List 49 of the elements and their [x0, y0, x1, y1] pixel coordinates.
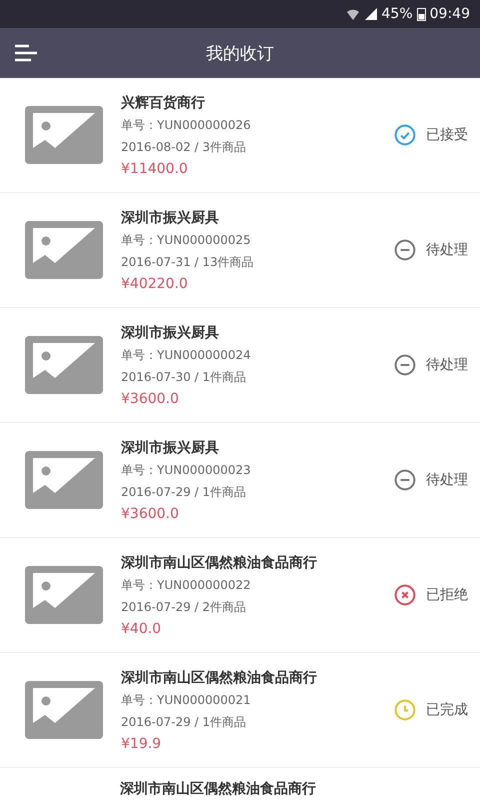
- image-placeholder-icon: [25, 451, 103, 509]
- order-price: ¥19.9: [121, 736, 162, 752]
- shop-name: 深圳市振兴厨具: [121, 324, 220, 342]
- order-number: 单号：YUN000000024: [121, 346, 252, 364]
- order-status: 已拒绝: [426, 586, 468, 604]
- order-number: 单号：YUN000000025: [121, 232, 252, 248]
- order-price: ¥40220.0: [121, 276, 189, 292]
- order-row[interactable]: 深圳市振兴厨具 单号：YUN000000023 2016-07-29 / 1件商品 ¥3600.0 待处理: [0, 423, 480, 538]
- order-number: 单号：YUN000000026: [121, 116, 252, 134]
- order-date-items: 2016-08-02 / 3件商品: [121, 138, 248, 156]
- order-price: ¥3600.0: [121, 390, 180, 406]
- order-status: 待处理: [426, 241, 468, 259]
- order-status: 待处理: [426, 471, 468, 489]
- shop-name: 深圳市南山区偶然粮油食品商行: [121, 668, 318, 686]
- order-row[interactable]: 兴辉百货商行 单号：YUN000000026 2016-08-02 / 3件商品 ¥11400.0 已接受: [0, 78, 480, 193]
- order-price: ¥11400.0: [121, 160, 189, 176]
- image-placeholder-icon: [25, 566, 103, 624]
- image-placeholder-icon: [25, 106, 103, 164]
- image-placeholder-icon: [25, 336, 103, 394]
- shop-name: 深圳市振兴厨具: [121, 438, 220, 456]
- order-date-items: 2016-07-29 / 2件商品: [121, 598, 248, 616]
- order-date-items: 2016-07-31 / 13件商品: [121, 254, 255, 270]
- page-title: 我的收订: [206, 42, 274, 64]
- shop-name: 深圳市南山区偶然粮油食品商行: [121, 554, 318, 572]
- wifi-icon: [346, 7, 360, 21]
- clock-time: 09:49: [430, 6, 470, 22]
- image-placeholder-icon: [25, 681, 103, 739]
- order-row[interactable]: 深圳市南山区偶然粮油食品商行 单号：YUN000000022 2016-07-29 / 2件商品 ¥40.0 已拒绝: [0, 538, 480, 653]
- order-number: 单号：YUN000000021: [121, 692, 252, 708]
- order-price: ¥40.0: [121, 620, 162, 636]
- order-status: 待处理: [426, 356, 468, 374]
- order-date-items: 2016-07-30 / 1件商品: [121, 368, 248, 386]
- order-row[interactable]: 深圳市南山区偶然粮油食品商行 单号：YUN000000021 2016-07-29 / 1件商品 ¥19.9 已完成: [0, 653, 480, 768]
- order-date-items: 2016-07-29 / 1件商品: [121, 714, 248, 730]
- order-number: 单号：YUN000000022: [121, 576, 252, 594]
- shop-name: 深圳市振兴厨具: [121, 208, 220, 226]
- shop-name: 兴辉百货商行: [121, 94, 206, 112]
- battery-icon: [416, 7, 426, 21]
- image-placeholder-icon: [25, 221, 103, 279]
- battery-percent: 45%: [382, 6, 413, 22]
- order-status: 已接受: [426, 126, 468, 144]
- order-status: 已完成: [426, 701, 468, 719]
- order-price: ¥3600.0: [121, 506, 180, 522]
- shop-name: 深圳市南山区偶然粮油食品商行: [120, 780, 316, 798]
- order-row[interactable]: 深圳市振兴厨具 单号：YUN000000025 2016-07-31 / 13件商品 ¥40220.0 待处理: [0, 193, 480, 308]
- order-number: 单号：YUN000000023: [121, 462, 252, 478]
- order-date-items: 2016-07-29 / 1件商品: [121, 484, 248, 500]
- signal-icon: [364, 7, 378, 21]
- order-row[interactable]: 深圳市振兴厨具 单号：YUN000000024 2016-07-30 / 1件商品 ¥3600.0 待处理: [0, 308, 480, 423]
